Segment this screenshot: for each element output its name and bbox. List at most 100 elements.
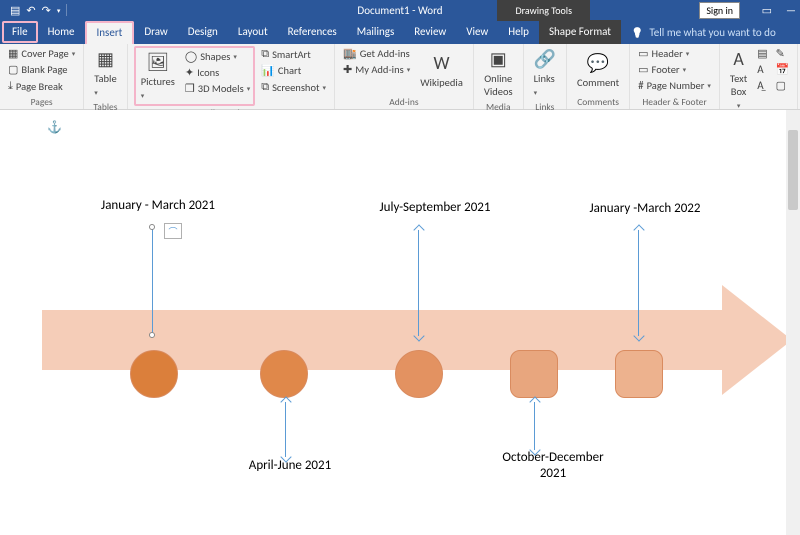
parts-icon: ▤: [757, 47, 767, 60]
selection-handle-top[interactable]: [149, 224, 155, 230]
page-number-button[interactable]: #Page Number: [636, 78, 713, 93]
selection-handle-bottom[interactable]: [149, 332, 155, 338]
blank-page-button[interactable]: ▢Blank Page: [6, 62, 77, 77]
group-tables: ▦Table Tables: [84, 44, 127, 109]
tab-insert[interactable]: Insert: [85, 21, 135, 44]
title-bar: ▤ ↶ ↷ ▾ Document1 - Word Drawing Tools S…: [0, 0, 800, 20]
group-illustrations: 🖼Pictures ◯Shapes ✦Icons ❒3D Models ⧉Sma…: [128, 44, 335, 109]
page-break-button[interactable]: ⤓Page Break: [6, 78, 77, 94]
timeline-label-3[interactable]: January -March 2022: [585, 201, 705, 217]
table-button[interactable]: ▦Table: [90, 46, 120, 100]
minimize-icon[interactable]: —: [786, 4, 796, 17]
save-icon[interactable]: ▤: [10, 4, 20, 17]
text-box-button[interactable]: AText Box: [726, 46, 751, 113]
chart-icon: 📊: [261, 64, 275, 77]
footer-icon: ▭: [638, 63, 648, 76]
get-addins-button[interactable]: 🏬Get Add-ins: [341, 46, 412, 61]
timeline-label-1[interactable]: January - March 2021: [98, 198, 218, 214]
connector-4[interactable]: [285, 402, 286, 457]
tab-view[interactable]: View: [456, 20, 498, 44]
contextual-tab-title: Drawing Tools: [497, 0, 590, 21]
my-addins-button[interactable]: ✚My Add-ins: [341, 62, 412, 77]
icons-button[interactable]: ✦Icons: [183, 65, 252, 80]
header-button[interactable]: ▭ Header: [636, 46, 713, 61]
group-text: AText Box ▤ A A̲ ✎ 📅 ▢ Text: [720, 44, 798, 109]
date-time-button[interactable]: 📅: [774, 62, 792, 77]
footer-label: Footer: [652, 63, 680, 76]
icons-label: Icons: [197, 66, 219, 79]
cover-page-button[interactable]: ▦Cover Page: [6, 46, 77, 61]
wordart-button[interactable]: A: [755, 62, 769, 77]
ribbon-display-icon[interactable]: ▭: [762, 4, 772, 17]
layout-options-icon[interactable]: ⌒: [164, 223, 182, 239]
tab-mailings[interactable]: Mailings: [347, 20, 405, 44]
3d-models-button[interactable]: ❒3D Models: [183, 81, 252, 96]
tab-file[interactable]: File: [2, 21, 38, 43]
drop-cap-button[interactable]: A̲: [755, 78, 769, 93]
vertical-scrollbar[interactable]: [786, 110, 800, 535]
timeline-node-4[interactable]: [510, 350, 558, 398]
dropcap-icon: A̲: [757, 79, 763, 92]
timeline-node-1[interactable]: [130, 350, 178, 398]
connector-2[interactable]: [418, 230, 419, 336]
tab-references[interactable]: References: [278, 20, 347, 44]
wikipedia-button[interactable]: WWikipedia: [416, 46, 467, 95]
scrollbar-thumb[interactable]: [788, 130, 798, 210]
tab-layout[interactable]: Layout: [228, 20, 278, 44]
connector-1[interactable]: [152, 228, 153, 336]
cover-page-icon: ▦: [8, 47, 18, 60]
redo-icon[interactable]: ↷: [42, 4, 51, 17]
comment-icon: 💬: [587, 52, 609, 74]
tell-me-search[interactable]: Tell me what you want to do: [621, 20, 786, 44]
timeline-label-5[interactable]: October-December 2021: [488, 450, 618, 481]
group-comments-label: Comments: [573, 96, 623, 108]
document-canvas[interactable]: ⚓ January - March 2021 July-September 20…: [0, 110, 800, 535]
tab-design[interactable]: Design: [178, 20, 228, 44]
links-button[interactable]: 🔗Links: [530, 46, 560, 100]
quick-parts-button[interactable]: ▤: [755, 46, 769, 61]
shapes-button[interactable]: ◯Shapes: [183, 49, 252, 64]
qat-customize-icon[interactable]: ▾: [57, 6, 61, 15]
group-comments: 💬Comment Comments: [567, 44, 630, 109]
store-icon: 🏬: [343, 47, 357, 60]
table-label: Table: [94, 72, 116, 98]
header-icon: ▭: [638, 47, 648, 60]
tab-draw[interactable]: Draw: [134, 20, 177, 44]
tab-shape-format[interactable]: Shape Format: [539, 20, 621, 44]
link-icon: 🔗: [534, 48, 556, 70]
connector-5[interactable]: [534, 402, 535, 450]
group-pages-label: Pages: [6, 96, 77, 108]
tab-help[interactable]: Help: [498, 20, 539, 44]
group-addins: 🏬Get Add-ins ✚My Add-ins WWikipedia Add-…: [335, 44, 474, 109]
timeline-arrow-head[interactable]: [722, 285, 792, 395]
chart-button[interactable]: 📊Chart: [259, 63, 328, 78]
qat-separator: [66, 4, 67, 16]
smartart-button[interactable]: ⧉SmartArt: [259, 46, 328, 62]
tab-review[interactable]: Review: [404, 20, 456, 44]
sign-in-button[interactable]: Sign in: [699, 2, 740, 19]
wikipedia-label: Wikipedia: [420, 76, 463, 89]
tab-home[interactable]: Home: [38, 20, 85, 44]
footer-button[interactable]: ▭ Footer: [636, 62, 713, 77]
hash-icon: #: [638, 79, 643, 92]
header-label: Header: [652, 47, 683, 60]
pictures-button[interactable]: 🖼Pictures: [137, 49, 179, 103]
get-addins-label: Get Add-ins: [360, 47, 410, 60]
timeline-node-2[interactable]: [260, 350, 308, 398]
connector-3[interactable]: [638, 230, 639, 336]
timeline-label-2[interactable]: July-September 2021: [375, 200, 495, 216]
timeline-node-3[interactable]: [395, 350, 443, 398]
object-button[interactable]: ▢: [774, 78, 792, 93]
cover-page-label: Cover Page: [21, 47, 68, 60]
screenshot-label: Screenshot: [272, 81, 319, 94]
ribbon-tabs: File Home Insert Draw Design Layout Refe…: [0, 20, 800, 44]
timeline-node-5[interactable]: [615, 350, 663, 398]
group-pages: ▦Cover Page ▢Blank Page ⤓Page Break Page…: [0, 44, 84, 109]
screenshot-button[interactable]: ⧉Screenshot: [259, 79, 328, 95]
online-videos-button[interactable]: ▣Online Videos: [480, 46, 517, 100]
signature-button[interactable]: ✎: [774, 46, 792, 61]
timeline-label-4[interactable]: April-June 2021: [230, 458, 350, 474]
undo-icon[interactable]: ↶: [26, 4, 35, 17]
comment-button[interactable]: 💬Comment: [573, 46, 623, 95]
tell-me-text: Tell me what you want to do: [649, 26, 775, 39]
